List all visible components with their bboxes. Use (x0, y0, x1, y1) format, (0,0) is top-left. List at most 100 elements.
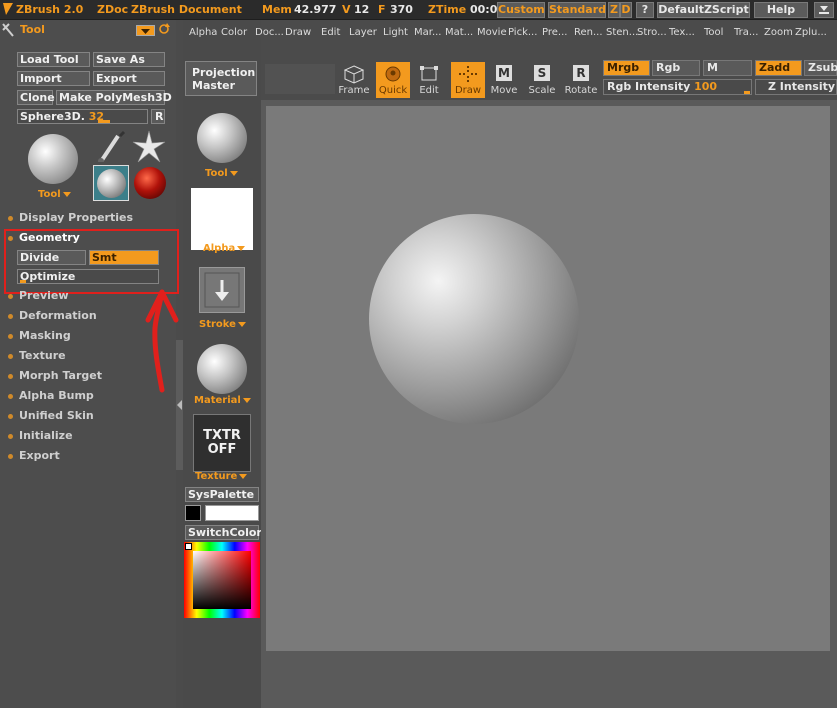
menu-tool[interactable]: Tool (704, 27, 723, 38)
primary-color-swatch[interactable] (185, 505, 201, 521)
menu-zplugin[interactable]: Zplu... (795, 27, 827, 38)
quick-label: Quick (378, 85, 408, 96)
menu-picker[interactable]: Pick... (508, 27, 537, 38)
sphere3d-slider[interactable]: Sphere3D. 32 (17, 109, 148, 124)
menu-masking[interactable]: Masking (8, 329, 71, 344)
menu-color[interactable]: Color (221, 27, 247, 38)
stroke-icon[interactable] (199, 267, 245, 313)
menu-transform[interactable]: Tra... (734, 27, 758, 38)
zadd-toggle[interactable]: Zadd (755, 60, 802, 76)
menu-layer[interactable]: Layer (349, 27, 377, 38)
rotate-button[interactable]: R Rotate (564, 62, 598, 98)
txtr-text: TXTR (203, 428, 241, 443)
ztime-label: ZTime (428, 3, 467, 16)
menu-deformation[interactable]: Deformation (8, 309, 97, 324)
frame-button[interactable]: Frame (337, 62, 371, 98)
make-polymesh3d-button[interactable]: Make PolyMesh3D (56, 90, 172, 105)
chevron-down-icon (229, 170, 238, 176)
menu-document[interactable]: Doc... (255, 27, 284, 38)
move-label: Move (490, 85, 518, 96)
help-question-button[interactable]: ? (636, 2, 654, 18)
menu-marker[interactable]: Mar... (414, 27, 442, 38)
menu-movie[interactable]: Movie (477, 27, 507, 38)
alpha-shelf-label[interactable]: Alpha (203, 243, 246, 254)
color-picker-cursor (185, 543, 192, 550)
scale-button[interactable]: S Scale (525, 62, 559, 98)
texture-shelf-label[interactable]: Texture (195, 471, 248, 482)
z-intensity-slider[interactable]: Z Intensity (755, 79, 837, 95)
tool-caption[interactable]: Tool (38, 189, 71, 200)
sphere3d-tool-thumbnail[interactable] (93, 165, 129, 201)
custom-button[interactable]: Custom (497, 2, 545, 18)
menu-preview[interactable]: Preview (8, 289, 69, 304)
tool-sphere-icon[interactable] (197, 113, 247, 163)
export-button[interactable]: Export (93, 71, 165, 86)
syspalette-button[interactable]: SysPalette (185, 487, 259, 502)
mem-label: Mem (262, 3, 292, 16)
stroke-shelf-label[interactable]: Stroke (199, 319, 246, 330)
panel-divider-handle[interactable] (176, 340, 183, 470)
tool-shelf-label[interactable]: Tool (205, 168, 238, 179)
sphere3d-model[interactable] (369, 214, 579, 424)
refresh-icon[interactable] (158, 23, 170, 38)
menu-edit[interactable]: Edit (321, 27, 340, 38)
r-button[interactable]: R (151, 109, 165, 124)
menu-alpha[interactable]: Alpha (189, 27, 217, 38)
color-picker[interactable] (184, 542, 260, 618)
current-tool-sphere-thumbnail[interactable] (28, 134, 78, 184)
load-tool-button[interactable]: Load Tool (17, 52, 90, 67)
help-button[interactable]: Help (754, 2, 808, 18)
m-toggle[interactable]: M (703, 60, 752, 76)
red-material-tool-thumbnail[interactable] (134, 167, 166, 199)
menu-material[interactable]: Mat... (445, 27, 473, 38)
d-button[interactable]: D (620, 2, 632, 18)
material-sphere-icon[interactable] (197, 344, 247, 394)
v-label: V (342, 3, 351, 16)
z-button[interactable]: Z (608, 2, 620, 18)
menu-preferences[interactable]: Pre... (542, 27, 567, 38)
draw-button[interactable]: Draw (451, 62, 485, 98)
edit-button[interactable]: Edit (412, 62, 446, 98)
palette-dropdown-icon[interactable] (136, 25, 155, 36)
menu-display-properties[interactable]: Display Properties (8, 211, 133, 226)
clone-button[interactable]: Clone (17, 90, 55, 105)
zsub-toggle[interactable]: Zsub (804, 60, 837, 76)
menu-unified-skin[interactable]: Unified Skin (8, 409, 94, 424)
document-canvas[interactable] (266, 106, 830, 651)
material-shelf-label[interactable]: Material (194, 395, 251, 406)
menu-draw[interactable]: Draw (285, 27, 311, 38)
menu-initialize[interactable]: Initialize (8, 429, 73, 444)
switchcolor-button[interactable]: SwitchColor (185, 525, 262, 540)
secondary-color-swatch[interactable] (205, 505, 259, 521)
texture-off-icon[interactable]: TXTR OFF (193, 414, 251, 472)
main-toolbar: Projection Master Frame Quick Edit Draw … (183, 56, 837, 98)
menu-export[interactable]: Export (8, 449, 60, 464)
rgb-intensity-slider[interactable]: Rgb Intensity 100 (603, 79, 752, 95)
quick-button[interactable]: Quick (376, 62, 410, 98)
rgb-toggle[interactable]: Rgb (652, 60, 700, 76)
brush-tool-icon[interactable] (94, 130, 128, 165)
menu-zoom[interactable]: Zoom (764, 27, 793, 38)
alpha-swatch[interactable] (191, 188, 253, 250)
menu-stroke[interactable]: Stro... (637, 27, 667, 38)
menu-morph-target[interactable]: Morph Target (8, 369, 102, 384)
menu-texture[interactable]: Texture (8, 349, 66, 364)
menu-light[interactable]: Light (383, 27, 408, 38)
menu-icon[interactable] (814, 2, 834, 18)
star-tool-icon[interactable] (132, 130, 166, 167)
menu-alpha-bump[interactable]: Alpha Bump (8, 389, 94, 404)
chevron-down-icon (62, 191, 71, 197)
projection-label: Projection (192, 66, 256, 79)
move-button[interactable]: M Move (487, 62, 521, 98)
menu-stencil[interactable]: Sten... (606, 27, 638, 38)
menu-texture-main[interactable]: Tex... (669, 27, 695, 38)
menu-render[interactable]: Ren... (574, 27, 603, 38)
import-button[interactable]: Import (17, 71, 90, 86)
standard-button[interactable]: Standard (548, 2, 606, 18)
save-as-button[interactable]: Save As (93, 52, 165, 67)
app-name: ZBrush 2.0 (16, 3, 84, 16)
mrgb-toggle[interactable]: Mrgb (603, 60, 650, 76)
color-picker-square[interactable] (193, 551, 251, 609)
projection-master-button[interactable]: Projection Master (185, 61, 257, 96)
default-zscript-button[interactable]: DefaultZScript (657, 2, 750, 18)
